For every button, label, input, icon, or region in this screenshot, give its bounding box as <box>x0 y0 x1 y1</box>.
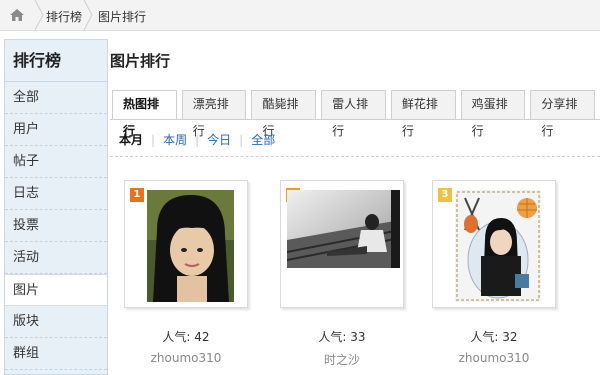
photo-popularity: 人气: 33 <box>318 330 366 344</box>
photo-username[interactable]: zhoumo310 <box>124 351 248 365</box>
period-this-month[interactable]: 本月 <box>119 131 143 148</box>
tab-bar: 热图排行 漂亮排行 酷毙排行 雷人排行 鲜花排行 鸡蛋排行 分享排行 <box>112 90 600 138</box>
sidebar-item-users[interactable]: 用户 <box>5 114 107 146</box>
sidebar-item-polls[interactable]: 投票 <box>5 210 107 242</box>
breadcrumb-item-ranking[interactable]: 排行榜 <box>46 8 82 25</box>
sidebar-item-events[interactable]: 活动 <box>5 242 107 274</box>
photo-username[interactable]: 时之沙 <box>280 351 404 368</box>
photo-card[interactable]: 3 <box>432 180 556 308</box>
period-separator: | <box>195 132 200 147</box>
period-separator: | <box>239 132 244 147</box>
tab-eggs[interactable]: 鸡蛋排行 <box>460 90 526 138</box>
filter-divider <box>110 156 600 157</box>
period-filter: 本月 | 本周 | 今日 | 全部 <box>119 131 275 148</box>
period-separator: | <box>151 132 156 147</box>
photo-meta: 人气: 42 zhoumo310 <box>124 328 248 365</box>
tab-divider <box>110 119 600 120</box>
photo-thumbnail[interactable] <box>287 190 400 268</box>
sidebar-item-images[interactable]: 图片 <box>5 274 107 306</box>
tab-shocking[interactable]: 雷人排行 <box>321 90 386 138</box>
sidebar-title: 排行榜 <box>5 40 107 82</box>
photo-card[interactable]: 1 <box>124 180 248 308</box>
breadcrumb-separator-icon <box>83 0 93 30</box>
photo-meta: 人气: 33 时之沙 <box>280 328 404 368</box>
rank-badge: 3 <box>438 188 452 202</box>
sidebar: 排行榜 全部 用户 帖子 日志 投票 活动 图片 版块 群组 <box>4 39 108 375</box>
period-this-week[interactable]: 本周 <box>163 131 187 148</box>
photo-meta: 人气: 32 zhoumo310 <box>432 328 556 365</box>
photo-popularity: 人气: 42 <box>162 330 210 344</box>
home-icon[interactable] <box>0 0 34 30</box>
photo-popularity: 人气: 32 <box>470 330 518 344</box>
tab-cool[interactable]: 酷毙排行 <box>251 90 317 138</box>
period-today[interactable]: 今日 <box>207 131 231 148</box>
period-all[interactable]: 全部 <box>251 131 275 148</box>
sidebar-item-blogs[interactable]: 日志 <box>5 178 107 210</box>
tab-pretty[interactable]: 漂亮排行 <box>181 90 247 138</box>
breadcrumb: 排行榜 图片排行 <box>0 0 600 31</box>
tab-shares[interactable]: 分享排行 <box>530 90 596 138</box>
rank-badge: 1 <box>130 188 144 202</box>
photo-card[interactable]: 2 <box>280 180 404 308</box>
breadcrumb-item-image-ranking[interactable]: 图片排行 <box>98 8 146 25</box>
breadcrumb-separator-icon <box>34 0 44 30</box>
tab-flowers[interactable]: 鲜花排行 <box>390 90 456 138</box>
photo-username[interactable]: zhoumo310 <box>432 351 556 365</box>
sidebar-item-posts[interactable]: 帖子 <box>5 146 107 178</box>
photo-thumbnail[interactable] <box>455 190 541 302</box>
photo-thumbnail[interactable] <box>147 190 234 302</box>
sidebar-item-forums[interactable]: 版块 <box>5 306 107 338</box>
sidebar-item-all[interactable]: 全部 <box>5 82 107 114</box>
page-title: 图片排行 <box>110 52 171 70</box>
sidebar-item-groups[interactable]: 群组 <box>5 338 107 370</box>
tab-hot[interactable]: 热图排行 <box>112 90 177 138</box>
